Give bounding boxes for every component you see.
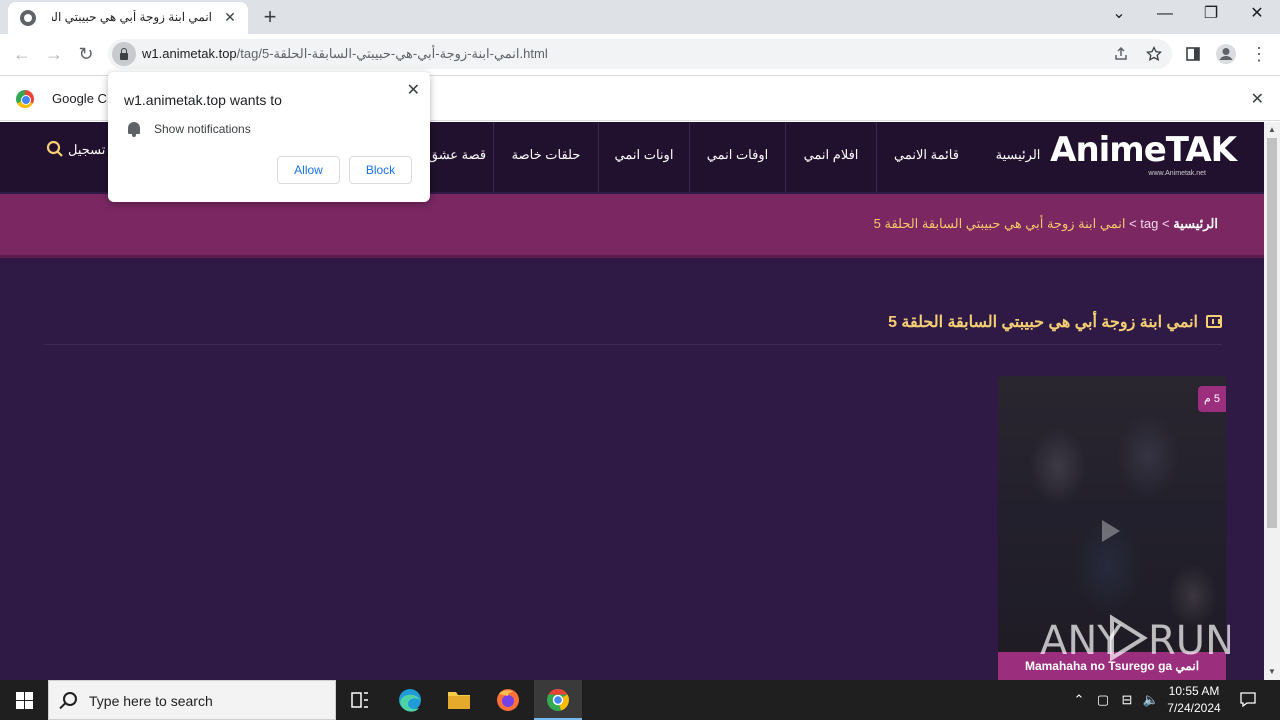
browser-tab[interactable]: انمي ابنة زوجة أبي هي حبيبتي السا ✕	[8, 2, 248, 34]
infobar-close-button[interactable]: ✕	[1251, 89, 1264, 109]
anyrun-watermark: ANY RUN	[1040, 612, 1235, 664]
tray-chevron-icon[interactable]: ⌃	[1070, 690, 1088, 710]
nav-home[interactable]: الرئيسية	[976, 122, 1060, 192]
site-logo[interactable]: AnimeTAK www.Animetak.net	[1050, 130, 1237, 180]
url-text: w1.animetak.top/tag/5-انمي-ابنة-زوجة-أبي…	[142, 46, 548, 62]
forward-button[interactable]: →	[40, 40, 68, 68]
breadcrumb-home[interactable]: الرئيسية	[1173, 216, 1218, 231]
address-bar[interactable]: w1.animetak.top/tag/5-انمي-ابنة-زوجة-أبي…	[108, 39, 1172, 69]
tab-title: انمي ابنة زوجة أبي هي حبيبتي السا	[52, 10, 212, 24]
volume-icon[interactable]: 🔈	[1142, 690, 1160, 710]
lock-icon[interactable]	[112, 42, 136, 66]
nav-specials[interactable]: حلقات خاصة	[493, 122, 598, 192]
logo-text: AnimeTAK	[1050, 130, 1237, 170]
device-icon[interactable]: ▢	[1094, 690, 1112, 710]
browser-tab-strip: انمي ابنة زوجة أبي هي حبيبتي السا ✕ + ⌄ …	[0, 0, 1280, 34]
menu-icon[interactable]: ⋮	[1244, 39, 1274, 69]
episode-badge: 5 م	[1198, 386, 1226, 412]
search-icon[interactable]	[46, 140, 64, 158]
breadcrumb: الرئيسية > tag > انمي ابنة زوجة أبي هي ح…	[874, 216, 1218, 232]
edge-icon[interactable]	[386, 680, 434, 720]
breadcrumb-tag[interactable]: tag	[1140, 216, 1158, 231]
nav-love-story[interactable]: قصة عشق	[420, 122, 493, 192]
new-tab-button[interactable]: +	[256, 4, 284, 32]
breadcrumb-separator: >	[1129, 216, 1137, 231]
chrome-taskbar-icon[interactable]	[534, 680, 582, 720]
scroll-thumb[interactable]	[1267, 138, 1277, 528]
taskbar-search-box[interactable]: Type here to search	[48, 680, 336, 720]
close-window-button[interactable]: ✕	[1234, 0, 1280, 30]
firefox-icon[interactable]	[484, 680, 532, 720]
file-explorer-icon[interactable]	[435, 680, 483, 720]
watermark-any: ANY	[1040, 618, 1122, 662]
popup-title: w1.animetak.top wants to	[124, 92, 282, 108]
browser-toolbar: ← → ↻ w1.animetak.top/tag/5-انمي-ابنة-زو…	[0, 34, 1280, 76]
notifications-icon[interactable]	[1238, 690, 1258, 710]
page-scrollbar[interactable]: ▲ ▼	[1264, 122, 1280, 680]
allow-button[interactable]: Allow	[277, 156, 340, 184]
breadcrumb-current: انمي ابنة زوجة أبي هي حبيبتي السابقة الح…	[873, 216, 1126, 231]
back-button[interactable]: ←	[8, 40, 36, 68]
clock-date: 7/24/2024	[1167, 701, 1221, 715]
scroll-down-arrow[interactable]: ▼	[1264, 664, 1280, 680]
taskbar-clock[interactable]: 10:55 AM 7/24/2024	[1162, 683, 1226, 717]
heading-divider	[44, 344, 1222, 345]
network-icon[interactable]: ⊟	[1118, 690, 1136, 710]
page-title: انمي ابنة زوجة أبي هي حبيبتي السابقة الح…	[888, 314, 1198, 331]
share-icon[interactable]	[1106, 39, 1136, 69]
watermark-run: RUN	[1148, 618, 1230, 662]
restore-button[interactable]: ❐	[1188, 0, 1234, 30]
bell-icon	[128, 122, 140, 137]
windows-taskbar: Type here to search ⌃ ▢ ⊟ 🔈 10:55 AM 7/2…	[0, 680, 1280, 720]
minimize-button[interactable]: —	[1142, 0, 1188, 30]
popup-close-button[interactable]: ✕	[407, 80, 420, 100]
reload-button[interactable]: ↻	[72, 40, 100, 68]
sidebar-icon[interactable]	[1178, 39, 1208, 69]
breadcrumb-bar: الرئيسية > tag > انمي ابنة زوجة أبي هي ح…	[0, 194, 1264, 258]
profile-icon[interactable]	[1211, 39, 1241, 69]
star-icon[interactable]	[1139, 39, 1169, 69]
tab-search-button[interactable]: ⌄	[1096, 0, 1142, 30]
play-icon[interactable]	[1102, 520, 1120, 542]
logo-subtext: www.Animetak.net	[1148, 170, 1206, 177]
clock-time: 10:55 AM	[1168, 684, 1220, 698]
infobar-text: Google C	[52, 91, 107, 106]
nav-anime-list[interactable]: قائمة الانمي	[876, 122, 976, 192]
search-icon	[63, 692, 77, 706]
taskbar-search-placeholder: Type here to search	[89, 693, 213, 709]
film-icon	[1206, 315, 1222, 328]
nav-anime-onas[interactable]: اونات انمي	[598, 122, 689, 192]
nav-anime-ovas[interactable]: اوفات انمي	[689, 122, 785, 192]
nav-anime-movies[interactable]: افلام انمي	[785, 122, 876, 192]
url-domain: w1.animetak.top	[142, 46, 237, 61]
url-path: /tag/5-انمي-ابنة-زوجة-أبي-هي-حبيبتي-السا…	[236, 46, 548, 61]
tab-close-button[interactable]: ✕	[220, 7, 240, 27]
block-button[interactable]: Block	[349, 156, 412, 184]
task-view-icon[interactable]	[336, 680, 384, 720]
scroll-up-arrow[interactable]: ▲	[1264, 122, 1280, 138]
website-content: AnimeTAK www.Animetak.net الرئيسية قائمة…	[0, 122, 1264, 680]
notification-permission-popup: w1.animetak.top wants to ✕ Show notifica…	[108, 72, 430, 202]
globe-icon	[20, 10, 36, 26]
permission-text: Show notifications	[154, 122, 251, 136]
breadcrumb-separator: >	[1162, 216, 1170, 231]
signin-link[interactable]: تسجيل	[68, 142, 105, 158]
chrome-logo-icon	[16, 90, 34, 108]
windows-start-button[interactable]	[0, 680, 48, 720]
